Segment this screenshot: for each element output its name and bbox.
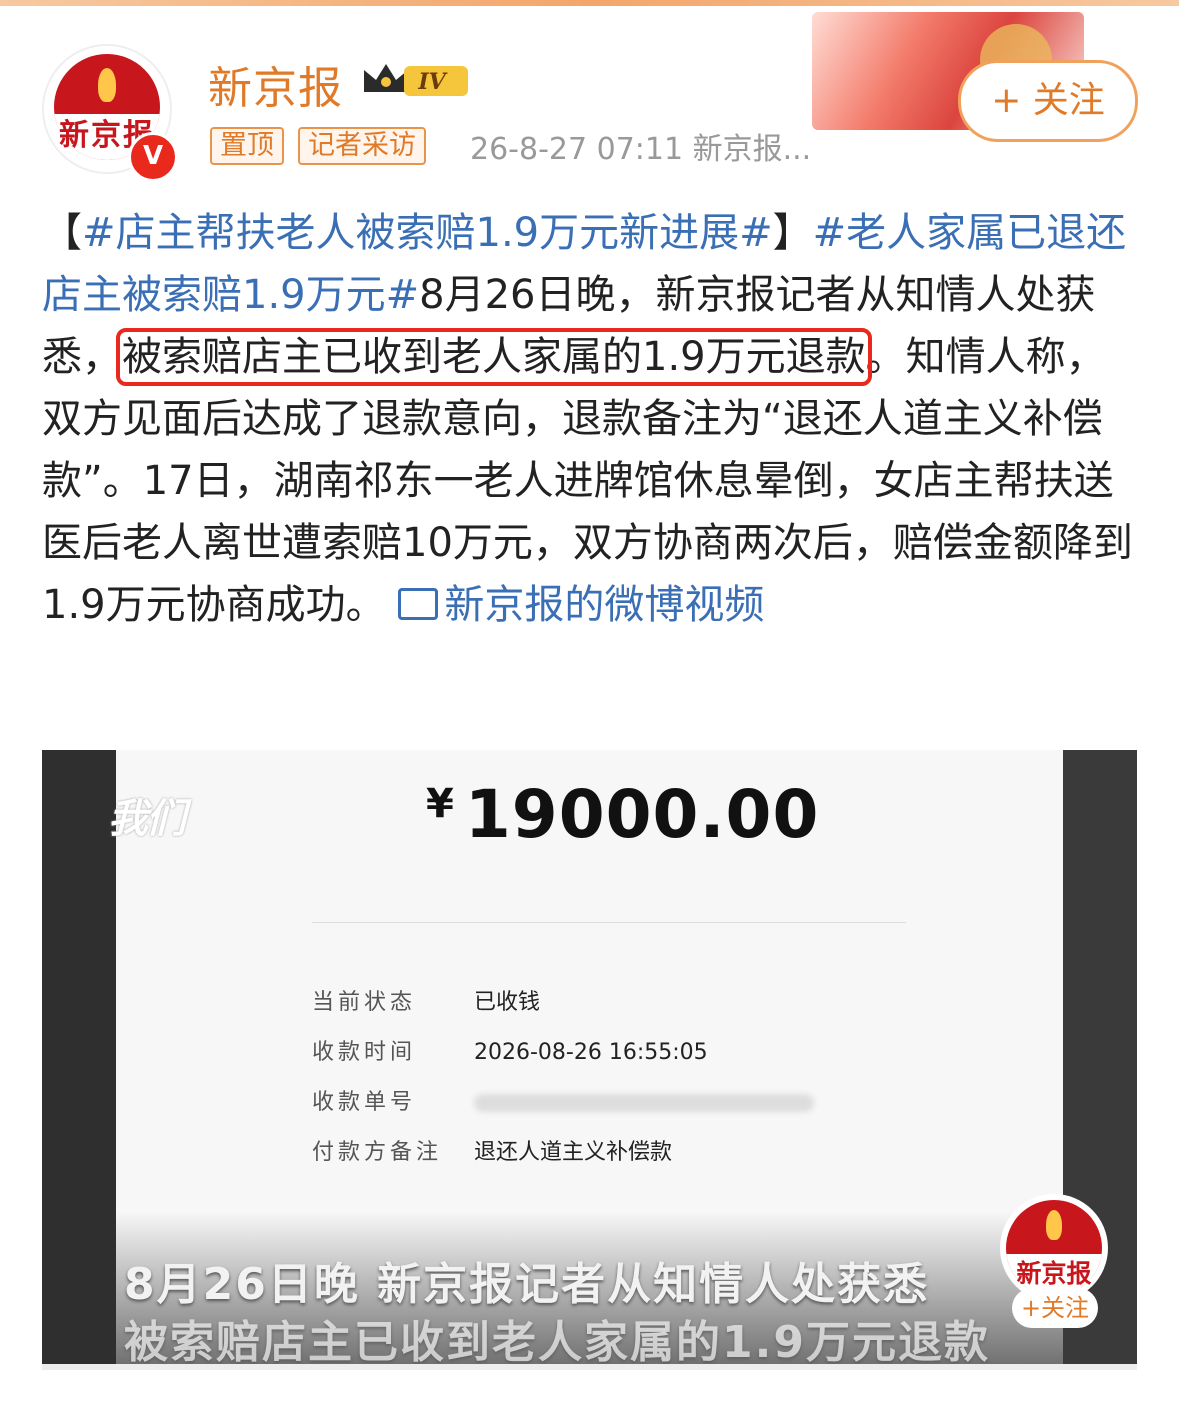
attached-image[interactable]: ¥19000.00 当前状态 已收钱 收款时间 2026-08-26 16:55:0… xyxy=(42,750,1137,1364)
receipt-divider xyxy=(312,922,906,923)
video-caption-1: 8月26日晚 新京报记者从知情人处获悉 xyxy=(124,1259,930,1310)
image-left-bar xyxy=(42,750,116,1364)
bracket-open: 【 xyxy=(42,210,82,256)
row-key: 当前状态 xyxy=(312,990,417,1015)
corner-logo-text: 新京报 xyxy=(1016,1259,1092,1288)
row-key: 收款时间 xyxy=(312,1040,417,1065)
row-value: 退还人道主义补偿款 xyxy=(474,1140,673,1165)
vip-crown-icon[interactable]: IV xyxy=(360,58,472,102)
corner-avatar[interactable]: 新京报 xyxy=(1000,1194,1108,1302)
currency-symbol: ¥ xyxy=(426,781,455,827)
blurred-order-number xyxy=(474,1094,814,1112)
verified-icon: V xyxy=(128,132,178,182)
video-link-label: 新京报的微博视频 xyxy=(444,582,765,628)
row-value: 已收钱 xyxy=(474,990,541,1015)
flame-icon xyxy=(98,68,116,102)
video-link[interactable]: 新京报的微博视频 xyxy=(398,582,764,628)
row-key: 付款方备注 xyxy=(312,1140,443,1165)
top-accent-bar xyxy=(0,0,1179,6)
post-body: 【#店主帮扶老人被索赔1.9万元新进展#】#老人家属已退还店主被索赔1.9万元#… xyxy=(42,202,1142,636)
flame-icon xyxy=(1046,1210,1062,1240)
row-key: 收款单号 xyxy=(312,1090,417,1115)
video-caption-2: 被索赔店主已收到老人家属的1.9万元退款 xyxy=(124,1317,990,1364)
follow-button[interactable]: + 关注 xyxy=(958,60,1138,142)
receipt-row-note: 付款方备注 退还人道主义补偿款 xyxy=(312,1134,672,1166)
post-meta: 26-8-27 07:11 新京报... xyxy=(470,132,812,167)
receipt-row-time: 收款时间 2026-08-26 16:55:05 xyxy=(312,1034,708,1066)
receipt-row-number: 收款单号 xyxy=(312,1084,814,1116)
bottom-divider xyxy=(42,1364,1137,1370)
tag-interview[interactable]: 记者采访 xyxy=(298,127,426,165)
amount-value: 19000.00 xyxy=(464,776,820,853)
mini-follow-button[interactable]: +关注 xyxy=(1012,1288,1098,1328)
receipt-row-status: 当前状态 已收钱 xyxy=(312,984,540,1016)
post-tags: 置顶 记者采访 xyxy=(210,126,426,166)
tag-pinned: 置顶 xyxy=(210,127,284,165)
hashtag-link-1[interactable]: #店主帮扶老人被索赔1.9万元新进展# xyxy=(82,210,773,256)
bracket-close: 】 xyxy=(772,210,813,256)
highlighted-sentence: 被索赔店主已收到老人家属的1.9万元退款 xyxy=(116,328,872,386)
watermark-logo: 我们 xyxy=(108,796,186,842)
row-value: 2026-08-26 16:55:05 xyxy=(474,1040,708,1065)
video-icon xyxy=(398,588,439,620)
level-badge-text: IV xyxy=(417,69,447,95)
receipt-amount: ¥19000.00 xyxy=(426,776,819,853)
account-name[interactable]: 新京报 xyxy=(208,52,343,116)
